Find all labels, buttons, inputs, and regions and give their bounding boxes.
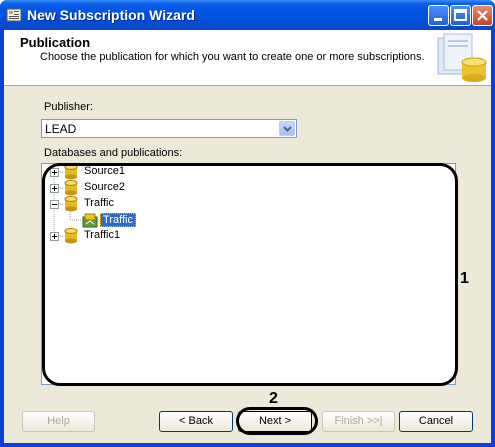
- wizard-header: Publication Choose the publication for w…: [4, 30, 491, 86]
- database-graphic-icon: [437, 33, 487, 82]
- back-button[interactable]: < Back: [159, 411, 233, 432]
- finish-button[interactable]: Finish >>|: [322, 411, 395, 432]
- page-title: Publication: [20, 35, 91, 50]
- databases-label: Databases and publications:: [44, 147, 183, 159]
- maximize-icon: [454, 9, 467, 21]
- close-icon: [477, 10, 488, 21]
- callout-number-1: 1: [460, 270, 469, 287]
- app-icon: [6, 8, 22, 22]
- dialog-body: Publication Choose the publication for w…: [4, 30, 491, 443]
- close-button[interactable]: [472, 5, 493, 26]
- publisher-select[interactable]: LEAD: [41, 119, 297, 138]
- callout-tree-outline: [42, 163, 458, 386]
- page-subtitle: Choose the publication for which you wan…: [40, 51, 425, 63]
- chevron-down-icon: [283, 126, 292, 132]
- cancel-button[interactable]: Cancel: [399, 411, 473, 432]
- publisher-label: Publisher:: [44, 101, 93, 113]
- window-title: New Subscription Wizard: [27, 7, 195, 23]
- wizard-window: New Subscription Wizard Publication Choo…: [0, 0, 495, 447]
- help-button[interactable]: Help: [22, 411, 95, 432]
- callout-number-2: 2: [269, 390, 278, 407]
- minimize-button[interactable]: [428, 5, 449, 26]
- publisher-value: LEAD: [45, 122, 77, 136]
- callout-next-outline: [236, 407, 318, 435]
- maximize-button[interactable]: [450, 5, 471, 26]
- minimize-icon: [434, 18, 442, 21]
- title-bar[interactable]: New Subscription Wizard: [0, 0, 495, 30]
- dropdown-button[interactable]: [279, 121, 295, 136]
